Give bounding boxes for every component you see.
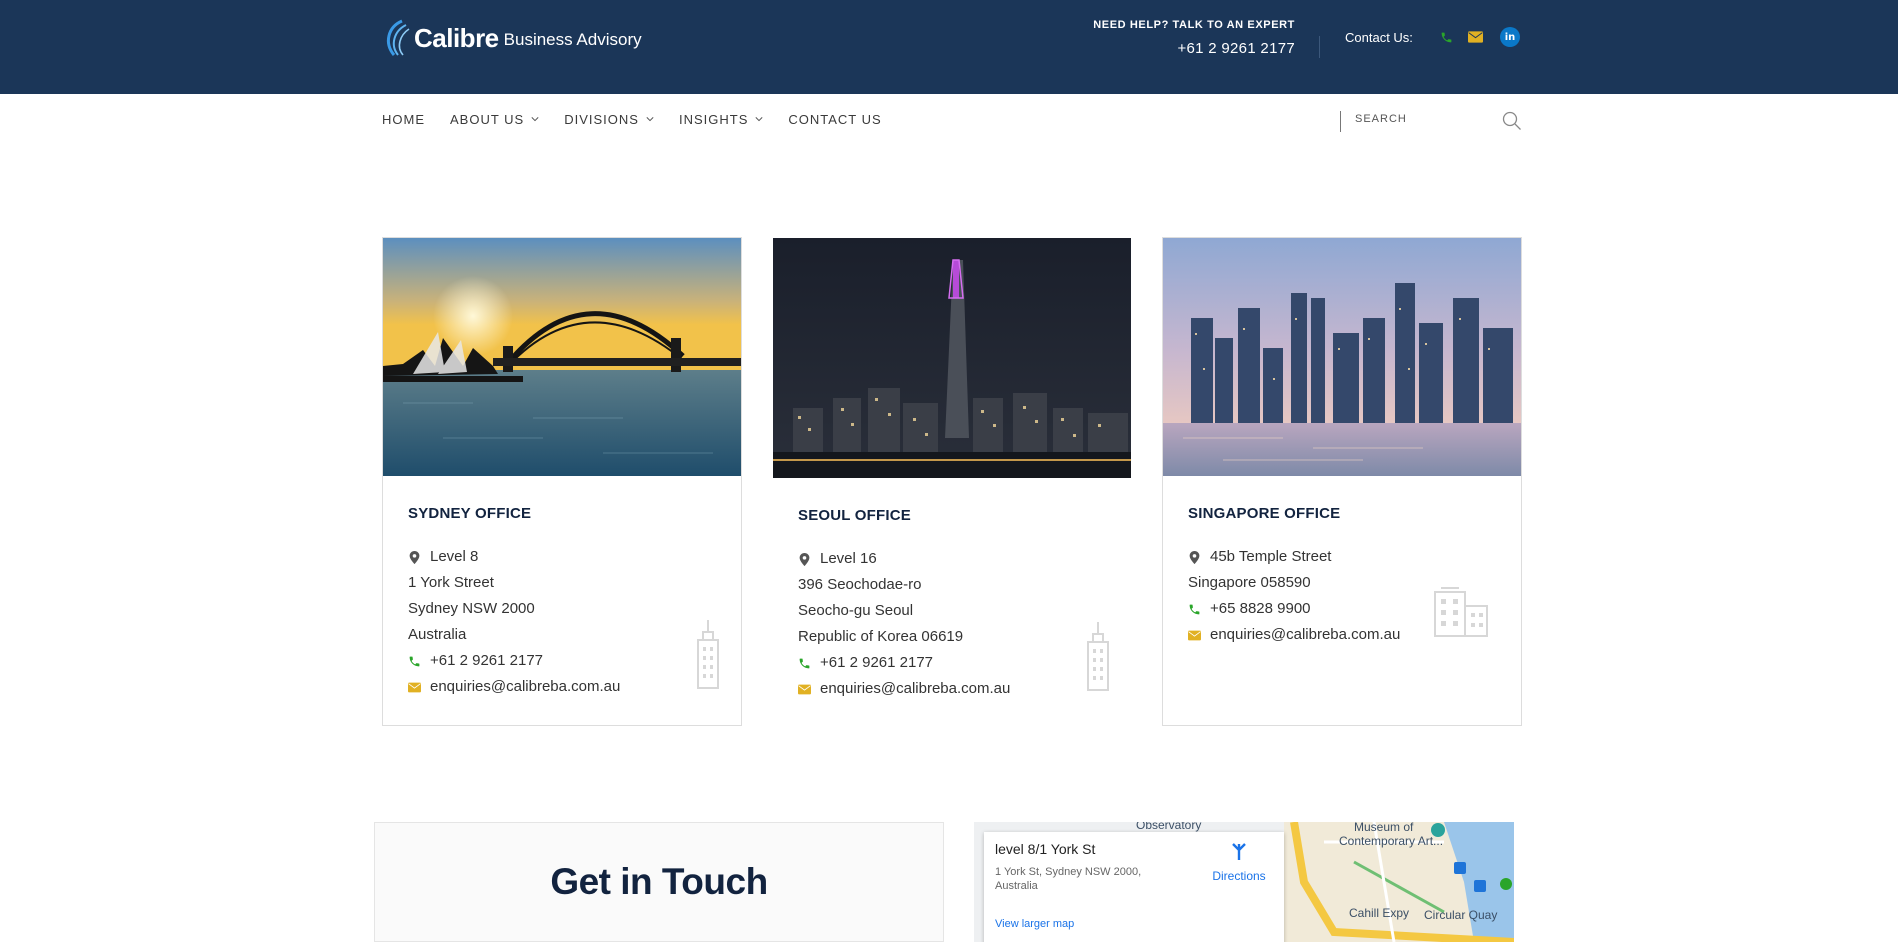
nav-about-label: ABOUT US: [450, 112, 525, 127]
office-title: SINGAPORE OFFICE: [1188, 505, 1341, 522]
address-line-1: Level 16: [820, 550, 877, 567]
address-line-2: 1 York Street: [408, 574, 494, 591]
office-title: SYDNEY OFFICE: [408, 505, 532, 522]
help-label: NEED HELP? TALK TO AN EXPERT: [1093, 19, 1295, 31]
search-input[interactable]: [1355, 113, 1495, 125]
nav-contact-label: CONTACT US: [788, 112, 882, 127]
office-building-icon: [1434, 587, 1488, 637]
map-pin-icon: [1189, 550, 1200, 564]
office-details: 45b Temple Street Singapore 058590 +65 8…: [1188, 544, 1400, 648]
office-address-line: Level 8: [408, 544, 620, 570]
email-icon: [1188, 630, 1201, 640]
top-header-bar: Calibre Business Advisory NEED HELP? TAL…: [0, 0, 1898, 94]
email-icon: [408, 682, 421, 692]
chevron-down-icon: [531, 116, 539, 121]
nav-contact-us[interactable]: CONTACT US: [788, 112, 881, 127]
office-email: enquiries@calibreba.com.au: [820, 680, 1011, 697]
address-line-1: 45b Temple Street: [1210, 548, 1332, 565]
address-line-2: Singapore 058590: [1188, 574, 1311, 591]
header-divider: [1319, 36, 1320, 58]
map-place-name: level 8/1 York St: [995, 841, 1096, 857]
map-place-address: 1 York St, Sydney NSW 2000, Australia: [995, 866, 1142, 892]
skyscraper-icon: [697, 620, 719, 689]
main-nav: HOME ABOUT US DIVISIONS INSIGHTS CONTACT…: [382, 112, 907, 127]
office-phone-line[interactable]: +65 8828 9900: [1188, 596, 1400, 622]
office-phone-line[interactable]: +61 2 9261 2177: [408, 648, 620, 674]
phone-icon: [409, 656, 420, 666]
office-card-seoul: SEOUL OFFICE Level 16 396 Seochodae-ro S…: [772, 237, 1132, 726]
skyscraper-icon: [1087, 622, 1109, 691]
singapore-photo: [1163, 238, 1521, 476]
nav-insights-label: INSIGHTS: [678, 112, 749, 127]
linkedin-text: in: [1504, 31, 1516, 43]
office-address-line: 45b Temple Street: [1188, 544, 1400, 570]
sydney-photo: [383, 238, 741, 476]
address-line-4: Republic of Korea 06619: [798, 628, 964, 645]
help-phone[interactable]: +61 2 9261 2177: [1093, 40, 1295, 57]
office-email-line[interactable]: enquiries@calibreba.com.au: [798, 676, 1010, 702]
map-poi-observatory: Observatory: [1136, 822, 1202, 832]
office-title: SEOUL OFFICE: [798, 507, 911, 524]
address-line-3: Seocho-gu Seoul: [798, 602, 914, 619]
search-box: [1340, 111, 1522, 132]
address-line-3: Sydney NSW 2000: [408, 600, 535, 617]
map-place-card: level 8/1 York St 1 York St, Sydney NSW …: [984, 832, 1284, 942]
logo-wordmark: Calibre: [414, 22, 499, 53]
phone-icon: [1189, 604, 1200, 614]
logo-swoosh-icon: [386, 19, 410, 56]
directions-icon: [1232, 843, 1246, 860]
office-details: Level 16 396 Seochodae-ro Seocho-gu Seou…: [798, 546, 1010, 702]
email-icon: [798, 684, 811, 694]
office-email-line[interactable]: enquiries@calibreba.com.au: [408, 674, 620, 700]
logo-tagline: Business Advisory: [503, 30, 642, 49]
nav-home[interactable]: HOME: [382, 112, 425, 127]
map-pin-icon: [409, 550, 420, 564]
nav-about-us[interactable]: ABOUT US: [450, 112, 539, 127]
map-poi-museum: Museum of: [1354, 822, 1414, 834]
nav-insights[interactable]: INSIGHTS: [679, 112, 763, 127]
company-logo[interactable]: Calibre Business Advisory: [382, 16, 642, 60]
chevron-down-icon: [755, 116, 763, 121]
office-address-line: Level 16: [798, 546, 1010, 572]
seoul-photo: [773, 238, 1131, 478]
map-directions-label: Directions: [1212, 869, 1266, 883]
office-email: enquiries@calibreba.com.au: [1210, 626, 1401, 643]
contact-section-title: Get in Touch: [550, 861, 768, 902]
address-line-1: Level 8: [430, 548, 479, 565]
map-road-cahill: Cahill Expy: [1349, 906, 1410, 920]
nav-divisions-label: DIVISIONS: [564, 112, 639, 127]
help-block: NEED HELP? TALK TO AN EXPERT +61 2 9261 …: [1093, 19, 1295, 57]
contact-form-panel: Get in Touch: [374, 822, 944, 942]
view-larger-map-link[interactable]: View larger map: [995, 918, 1074, 930]
office-card-sydney: SYDNEY OFFICE Level 8 1 York Street Sydn…: [382, 237, 742, 726]
contact-label: Contact Us:: [1345, 30, 1413, 45]
office-email-line[interactable]: enquiries@calibreba.com.au: [1188, 622, 1400, 648]
office-phone-line[interactable]: +61 2 9261 2177: [798, 650, 1010, 676]
phone-icon: [799, 658, 810, 668]
office-details: Level 8 1 York Street Sydney NSW 2000 Au…: [408, 544, 620, 700]
nav-divisions[interactable]: DIVISIONS: [564, 112, 654, 127]
nav-home-label: HOME: [382, 112, 425, 127]
address-line-4: Australia: [408, 626, 467, 643]
office-map[interactable]: Observatory Museum of Contemporary Art..…: [974, 822, 1514, 942]
chevron-down-icon: [646, 116, 654, 121]
office-email: enquiries@calibreba.com.au: [430, 678, 621, 695]
address-line-2: 396 Seochodae-ro: [798, 576, 922, 593]
office-phone: +65 8828 9900: [1210, 600, 1311, 617]
phone-icon[interactable]: [1436, 27, 1456, 47]
office-card-singapore: SINGAPORE OFFICE 45b Temple Street Singa…: [1162, 237, 1522, 726]
map-pin-icon: [799, 552, 810, 566]
map-directions-button[interactable]: Directions: [1209, 842, 1269, 883]
map-road-circular-quay: Circular Quay: [1424, 908, 1498, 922]
office-phone: +61 2 9261 2177: [430, 652, 544, 669]
email-icon[interactable]: [1465, 27, 1485, 47]
linkedin-icon[interactable]: in: [1500, 27, 1520, 47]
office-phone: +61 2 9261 2177: [820, 654, 934, 671]
map-poi-museum-cont: Contemporary Art...: [1339, 834, 1444, 848]
search-icon[interactable]: [1502, 111, 1522, 131]
